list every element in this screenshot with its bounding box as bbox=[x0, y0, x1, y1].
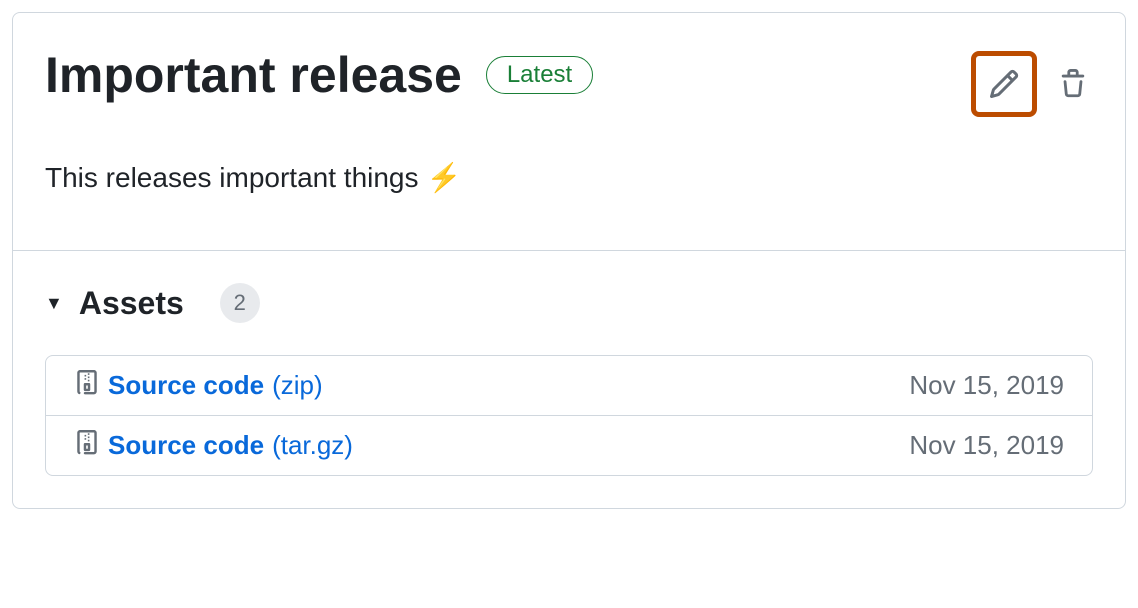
asset-row[interactable]: Source code (tar.gz) Nov 15, 2019 bbox=[46, 416, 1092, 475]
file-zip-icon bbox=[74, 370, 100, 401]
description-text: This releases important things bbox=[45, 162, 419, 194]
asset-ext: (tar.gz) bbox=[272, 430, 353, 461]
asset-name: Source code bbox=[108, 430, 264, 461]
asset-date: Nov 15, 2019 bbox=[909, 370, 1064, 401]
asset-list: Source code (zip) Nov 15, 2019 Source co… bbox=[45, 355, 1093, 476]
caret-down-icon: ▼ bbox=[45, 293, 63, 314]
release-actions bbox=[971, 51, 1093, 117]
asset-name: Source code bbox=[108, 370, 264, 401]
asset-link[interactable]: Source code (zip) bbox=[74, 370, 323, 401]
assets-toggle[interactable]: ▼ Assets 2 bbox=[45, 283, 1093, 323]
release-header: Important release Latest bbox=[13, 13, 1125, 117]
asset-date: Nov 15, 2019 bbox=[909, 430, 1064, 461]
release-card: Important release Latest This releases i… bbox=[12, 12, 1126, 509]
lightning-emoji: ⚡ bbox=[427, 161, 462, 194]
assets-count-badge: 2 bbox=[220, 283, 260, 323]
trash-icon bbox=[1058, 69, 1088, 99]
assets-section: ▼ Assets 2 Source code (zip) Nov 15, 201… bbox=[13, 251, 1125, 508]
asset-ext: (zip) bbox=[272, 370, 323, 401]
pencil-icon bbox=[988, 68, 1020, 100]
title-wrap: Important release Latest bbox=[45, 45, 593, 105]
file-zip-icon bbox=[74, 430, 100, 461]
release-title: Important release bbox=[45, 45, 462, 105]
asset-link[interactable]: Source code (tar.gz) bbox=[74, 430, 353, 461]
assets-heading: Assets bbox=[79, 285, 184, 322]
latest-badge: Latest bbox=[486, 56, 593, 94]
delete-button[interactable] bbox=[1053, 64, 1093, 104]
edit-button[interactable] bbox=[971, 51, 1037, 117]
release-description: This releases important things ⚡ bbox=[13, 117, 1125, 250]
asset-row[interactable]: Source code (zip) Nov 15, 2019 bbox=[46, 356, 1092, 416]
